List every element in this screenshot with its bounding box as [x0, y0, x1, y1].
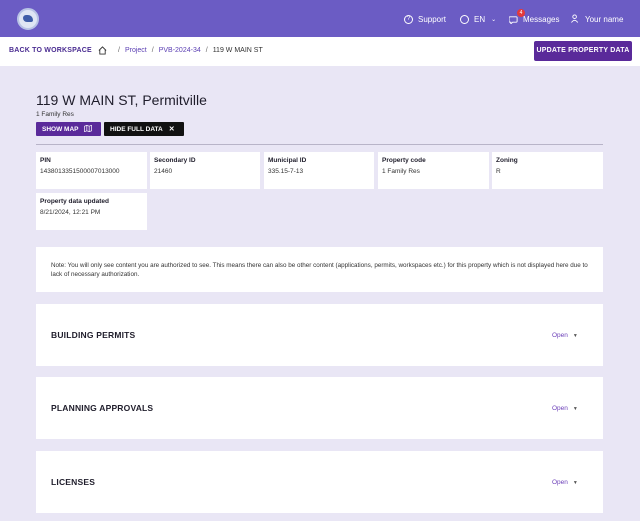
- open-planning-approvals-toggle[interactable]: Open ▼: [552, 405, 578, 412]
- breadcrumb-separator: /: [151, 47, 154, 54]
- field-card-secondary-id: Secondary ID 21460: [150, 152, 260, 189]
- property-subtitle: 1 Family Res: [36, 111, 74, 118]
- map-icon: [84, 124, 93, 134]
- field-card-zoning: Zoning R: [492, 152, 603, 189]
- app-logo-icon[interactable]: [17, 8, 39, 30]
- section-planning-approvals: PLANNING APPROVALS Open ▼: [36, 377, 603, 439]
- messages-badge: 4: [517, 8, 525, 17]
- field-card-municipal-id: Municipal ID 335.15-7-13: [264, 152, 374, 189]
- show-map-label: SHOW MAP: [42, 125, 79, 133]
- authorization-note: Note: You will only see content you are …: [36, 247, 603, 292]
- breadcrumb-project[interactable]: Project: [125, 47, 147, 54]
- chat-icon: 4: [508, 8, 525, 25]
- field-label: Zoning: [496, 157, 518, 164]
- chevron-down-icon: ▼: [572, 406, 578, 412]
- user-icon: [571, 13, 580, 25]
- user-menu[interactable]: Your name: [571, 12, 623, 26]
- open-label: Open: [552, 479, 568, 486]
- field-value: 1438013351500007013000: [40, 168, 120, 175]
- field-label: Municipal ID: [268, 157, 307, 164]
- field-label: PIN: [40, 157, 51, 164]
- page-title: 119 W MAIN ST, Permitville: [36, 92, 207, 108]
- field-card-pin: PIN 1438013351500007013000: [36, 152, 147, 189]
- field-label: Secondary ID: [154, 157, 196, 164]
- field-label: Property data updated: [40, 198, 109, 205]
- update-property-data-button[interactable]: UPDATE PROPERTY DATA: [534, 41, 632, 61]
- hide-full-data-button[interactable]: HIDE FULL DATA ✕: [104, 122, 184, 136]
- field-value: 335.15-7-13: [268, 168, 304, 175]
- breadcrumb-separator: /: [118, 47, 120, 54]
- user-name-label: Your name: [585, 14, 624, 24]
- breadcrumb-current: 119 W MAIN ST: [212, 47, 263, 54]
- field-card-property-data-updated: Property data updated 8/21/2024, 12:21 P…: [36, 193, 147, 230]
- section-licenses: LICENSES Open ▼: [36, 451, 603, 513]
- field-label: Property code: [382, 157, 426, 164]
- section-title: PLANNING APPROVALS: [51, 403, 154, 413]
- open-licenses-toggle[interactable]: Open ▼: [552, 479, 578, 486]
- chevron-down-icon: ▼: [572, 333, 578, 339]
- support-link[interactable]: ? Support: [404, 12, 446, 26]
- section-title: BUILDING PERMITS: [51, 330, 136, 340]
- open-label: Open: [552, 405, 568, 412]
- back-to-workspace-link[interactable]: BACK TO WORKSPACE: [9, 47, 92, 54]
- chevron-down-icon: ⌄: [491, 16, 497, 23]
- breadcrumb-separator: /: [205, 47, 208, 54]
- language-selector[interactable]: EN ⌄: [460, 12, 496, 26]
- messages-link[interactable]: 4 Messages: [508, 8, 560, 26]
- field-value: 1 Family Res: [382, 168, 420, 175]
- globe-icon: [460, 14, 469, 24]
- field-card-property-code: Property code 1 Family Res: [378, 152, 489, 189]
- chevron-down-icon: ▼: [572, 480, 578, 486]
- field-value: R: [496, 168, 501, 175]
- open-label: Open: [552, 332, 568, 339]
- show-map-button[interactable]: SHOW MAP: [36, 122, 101, 136]
- messages-label: Messages: [523, 14, 560, 24]
- language-label: EN: [474, 14, 486, 24]
- field-value: 21460: [154, 168, 173, 175]
- breadcrumb: / Project / PVB-2024-34 / 119 W MAIN ST: [98, 46, 263, 55]
- hide-full-data-label: HIDE FULL DATA: [110, 125, 163, 133]
- support-label: Support: [418, 14, 447, 24]
- home-icon[interactable]: [98, 46, 107, 55]
- breadcrumb-project-id[interactable]: PVB-2024-34: [159, 47, 201, 54]
- open-building-permits-toggle[interactable]: Open ▼: [552, 332, 578, 339]
- section-building-permits: BUILDING PERMITS Open ▼: [36, 304, 603, 366]
- top-bar: ? Support EN ⌄ 4 Messages Your name: [0, 0, 640, 37]
- field-value: 8/21/2024, 12:21 PM: [40, 209, 101, 216]
- divider: [36, 144, 603, 145]
- close-icon: ✕: [168, 126, 175, 133]
- help-icon: ?: [404, 14, 413, 24]
- section-title: LICENSES: [51, 477, 96, 487]
